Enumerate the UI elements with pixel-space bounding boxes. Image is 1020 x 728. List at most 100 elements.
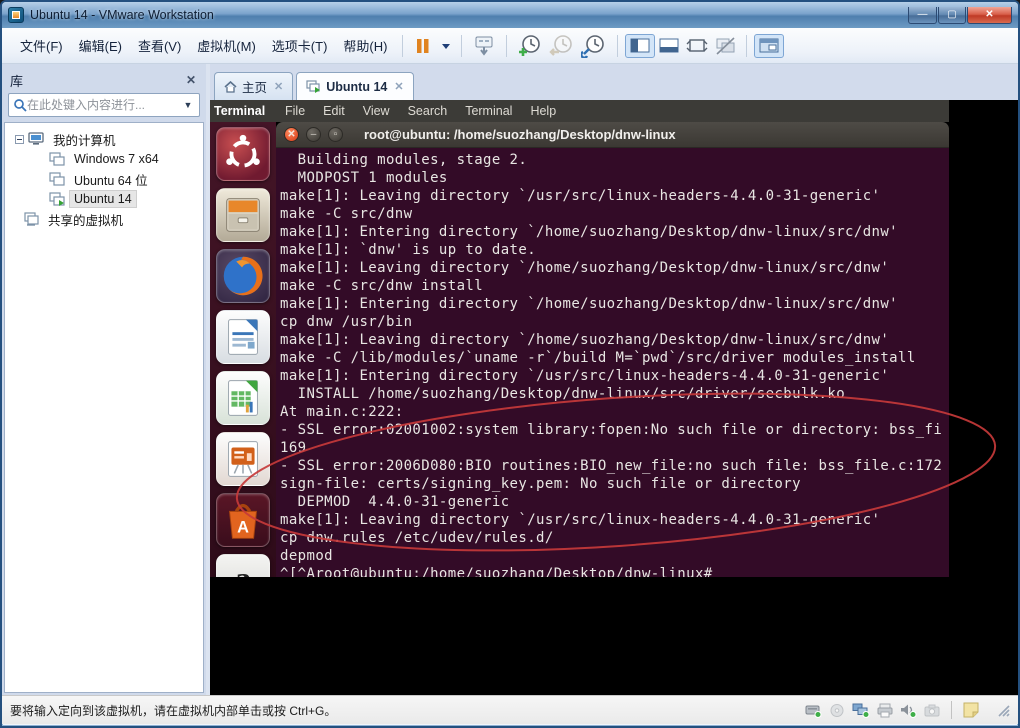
tab-home[interactable]: 主页 ✕ — [214, 72, 294, 100]
terminal-line: make[1]: Leaving directory `/usr/src/lin… — [280, 512, 881, 528]
term-menu-file[interactable]: File — [276, 104, 314, 118]
term-menu-help[interactable]: Help — [521, 104, 565, 118]
tree-item-shared-vms[interactable]: 共享的虚拟机 — [9, 209, 199, 229]
search-dropdown-icon[interactable]: ▼ — [181, 100, 195, 110]
terminal-minimize-icon[interactable]: – — [306, 127, 321, 142]
menu-file[interactable]: 文件(F) — [12, 32, 71, 59]
svg-text:A: A — [237, 519, 249, 537]
snapshot-revert-icon — [549, 34, 573, 56]
terminal-line: - SSL error:02001002:system library:fope… — [280, 422, 943, 438]
vm-display-area[interactable]: Terminal File Edit View Search Terminal … — [210, 100, 1018, 695]
terminal-output[interactable]: Building modules, stage 2. MODPOST 1 mod… — [276, 148, 949, 577]
collapse-icon[interactable] — [15, 134, 24, 144]
tree-item-ubuntu14[interactable]: Ubuntu 14 — [9, 189, 199, 209]
terminal-line: DEPMOD 4.4.0-31-generic — [280, 494, 510, 510]
search-input[interactable] — [27, 98, 181, 112]
fullscreen-icon — [686, 38, 708, 52]
console-monitor-icon — [659, 38, 679, 52]
terminal-titlebar[interactable]: ✕ – ▫ root@ubuntu: /home/suozhang/Deskto… — [276, 122, 949, 148]
libreoffice-impress-icon[interactable] — [216, 432, 270, 486]
camera-icon[interactable] — [924, 703, 940, 718]
unity-mode-button[interactable] — [711, 35, 739, 57]
tab-bar: 主页 ✕ Ubuntu 14 ✕ — [210, 64, 1018, 100]
menu-tabs[interactable]: 选项卡(T) — [264, 32, 336, 59]
library-search-box: ▼ — [8, 93, 200, 117]
cd-rom-icon[interactable] — [829, 703, 845, 718]
snapshot-manager-button[interactable] — [578, 32, 610, 60]
term-menu-terminal[interactable]: Terminal — [456, 104, 521, 118]
minimize-button[interactable]: — — [908, 6, 937, 24]
menu-edit[interactable]: 编辑(E) — [71, 32, 130, 59]
ctrl-alt-del-icon — [475, 36, 493, 56]
tree-item-my-computer[interactable]: 我的计算机 — [9, 129, 199, 149]
terminal-line: At main.c:222: — [280, 404, 404, 420]
ubuntu-software-center-icon[interactable]: A — [216, 493, 270, 547]
pause-button[interactable] — [410, 34, 438, 58]
show-console-view-button[interactable] — [625, 33, 656, 58]
fullscreen-button[interactable] — [683, 35, 711, 57]
vm-icon — [49, 152, 65, 166]
ubuntu-screen[interactable]: Terminal File Edit View Search Terminal … — [210, 100, 949, 577]
terminal-maximize-icon[interactable]: ▫ — [328, 127, 343, 142]
console-view-button[interactable] — [655, 35, 683, 57]
maximize-button[interactable]: ▢ — [938, 6, 966, 24]
revert-snapshot-button[interactable] — [546, 32, 578, 60]
terminal-line: make -C /lib/modules/`uname -r`/build M=… — [280, 350, 916, 366]
term-menu-edit[interactable]: Edit — [314, 104, 354, 118]
resize-grip[interactable] — [996, 703, 1010, 717]
toolbar-separator — [461, 34, 463, 57]
hard-disk-icon[interactable] — [805, 703, 822, 718]
terminal-line: cp dnw /usr/bin — [280, 314, 413, 330]
amazon-icon[interactable]: a — [216, 554, 270, 577]
terminal-close-icon[interactable]: ✕ — [284, 127, 299, 142]
files-icon[interactable] — [216, 188, 270, 242]
tab-close-icon[interactable]: ✕ — [274, 80, 283, 93]
tab-close-icon[interactable]: ✕ — [394, 80, 403, 93]
terminal-line: ^[^Aroot@ubuntu:/home/suozhang/Desktop/d… — [280, 566, 713, 577]
menu-vm[interactable]: 虚拟机(M) — [189, 32, 264, 59]
printer-icon[interactable] — [877, 703, 893, 718]
library-panel-icon — [759, 38, 779, 52]
pause-icon — [417, 38, 429, 53]
chevron-down-icon — [442, 43, 451, 49]
tab-ubuntu14[interactable]: Ubuntu 14 ✕ — [296, 72, 414, 100]
home-icon — [224, 80, 237, 93]
terminal-line: make[1]: Entering directory `/home/suozh… — [280, 224, 899, 240]
menu-help[interactable]: 帮助(H) — [335, 32, 395, 59]
terminal-line: sign-file: certs/signing_key.pem: No suc… — [280, 476, 801, 492]
menu-view[interactable]: 查看(V) — [130, 32, 189, 59]
tree-item-ubuntu64[interactable]: Ubuntu 64 位 — [9, 169, 199, 189]
firefox-icon[interactable] — [216, 249, 270, 303]
tree-item-windows7[interactable]: Windows 7 x64 — [9, 149, 199, 169]
ubuntu-dash-icon[interactable] — [216, 127, 270, 181]
network-adapter-icon[interactable] — [852, 703, 870, 718]
sidebar-close-icon[interactable]: ✕ — [184, 73, 198, 87]
term-menu-view[interactable]: View — [354, 104, 399, 118]
message-note-icon[interactable] — [963, 702, 979, 718]
terminal-line: - SSL error:2006D080:BIO routines:BIO_ne… — [280, 458, 943, 474]
libreoffice-calc-icon[interactable] — [216, 371, 270, 425]
pause-dropdown[interactable] — [438, 34, 454, 58]
terminal-line: INSTALL /home/suozhang/Desktop/dnw-linux… — [280, 386, 846, 402]
terminal-line: depmod — [280, 548, 333, 564]
terminal-line: make -C src/dnw install — [280, 278, 484, 294]
take-snapshot-button[interactable] — [514, 32, 546, 60]
close-button[interactable]: ✕ — [967, 6, 1012, 24]
terminal-line: make[1]: `dnw' is up to date. — [280, 242, 537, 258]
terminal-title: root@ubuntu: /home/suozhang/Desktop/dnw-… — [364, 127, 676, 142]
sound-icon[interactable] — [900, 703, 917, 718]
terminal-line: make -C src/dnw — [280, 206, 413, 222]
libreoffice-writer-icon[interactable] — [216, 310, 270, 364]
vmware-app-icon — [8, 7, 24, 23]
sidebar-title: 库 — [10, 73, 24, 89]
show-library-button[interactable] — [754, 33, 785, 58]
computer-icon — [28, 132, 44, 145]
term-menu-search[interactable]: Search — [399, 104, 457, 118]
terminal-line: cp dnw.rules /etc/udev/rules.d/ — [280, 530, 554, 546]
title-bar: Ubuntu 14 - VMware Workstation — ▢ ✕ — [2, 2, 1018, 28]
vmware-window: Ubuntu 14 - VMware Workstation — ▢ ✕ 文件(… — [0, 0, 1020, 728]
terminal-line: make[1]: Entering directory `/home/suozh… — [280, 296, 899, 312]
send-ctrl-alt-del-button[interactable] — [469, 33, 499, 59]
status-bar: 要将输入定向到该虚拟机，请在虚拟机内部单击或按 Ctrl+G。 — [2, 695, 1018, 724]
terminal-window[interactable]: ✕ – ▫ root@ubuntu: /home/suozhang/Deskto… — [276, 122, 949, 577]
